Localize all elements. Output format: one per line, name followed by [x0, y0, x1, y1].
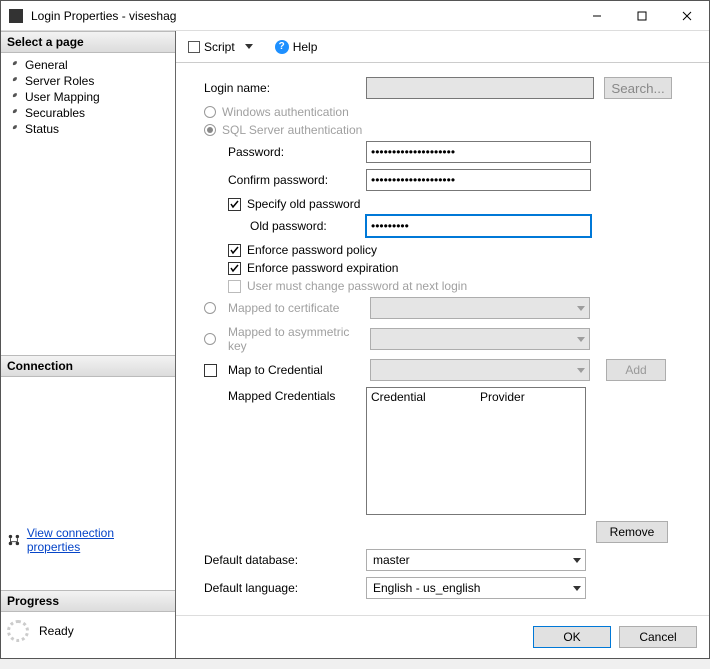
- default-language-select[interactable]: English - us_english: [366, 577, 586, 599]
- old-password-label: Old password:: [204, 219, 362, 233]
- default-language-label: Default language:: [204, 581, 362, 595]
- script-dropdown-caret[interactable]: [245, 44, 253, 49]
- enforce-expiration-checkbox[interactable]: [228, 262, 241, 275]
- credential-column-header: Credential: [367, 388, 476, 406]
- confirm-password-label: Confirm password:: [204, 173, 362, 187]
- dialog-footer: OK Cancel: [176, 615, 709, 658]
- provider-column-header: Provider: [476, 388, 585, 406]
- login-name-label: Login name:: [204, 81, 362, 95]
- sidebar-item-label: User Mapping: [25, 90, 100, 104]
- add-button[interactable]: Add: [606, 359, 666, 381]
- windows-auth-label: Windows authentication: [222, 105, 349, 119]
- confirm-password-input[interactable]: [366, 169, 591, 191]
- sidebar-item-label: General: [25, 58, 68, 72]
- progress-header: Progress: [1, 590, 175, 612]
- sidebar-item-label: Server Roles: [25, 74, 94, 88]
- asym-key-combo: [370, 328, 590, 350]
- mapped-credentials-table[interactable]: Credential Provider: [366, 387, 586, 515]
- wrench-icon: [7, 75, 19, 87]
- specify-old-password-label: Specify old password: [247, 197, 360, 211]
- enforce-policy-label: Enforce password policy: [247, 243, 377, 257]
- login-properties-window: Login Properties - viseshag Select a pag…: [0, 0, 710, 659]
- login-name-input[interactable]: [366, 77, 594, 99]
- old-password-input[interactable]: [366, 215, 591, 237]
- password-input[interactable]: [366, 141, 591, 163]
- sidebar-item-label: Securables: [25, 106, 85, 120]
- remove-button[interactable]: Remove: [596, 521, 668, 543]
- minimize-button[interactable]: [574, 1, 619, 31]
- help-icon: ?: [275, 40, 289, 54]
- sidebar-item-label: Status: [25, 122, 59, 136]
- windows-auth-radio: [204, 106, 216, 118]
- must-change-password-label: User must change password at next login: [247, 279, 467, 293]
- mapped-credentials-label: Mapped Credentials: [204, 387, 362, 403]
- mapped-to-asym-key-radio: [204, 333, 216, 345]
- sidebar-item-general[interactable]: General: [1, 57, 175, 73]
- page-list: General Server Roles User Mapping Secura…: [1, 53, 175, 141]
- app-icon: [9, 9, 23, 23]
- password-label: Password:: [204, 145, 362, 159]
- sql-auth-label: SQL Server authentication: [222, 123, 362, 137]
- map-to-credential-label: Map to Credential: [228, 363, 366, 377]
- sidebar-item-user-mapping[interactable]: User Mapping: [1, 89, 175, 105]
- sidebar-item-securables[interactable]: Securables: [1, 105, 175, 121]
- help-label: Help: [293, 40, 318, 54]
- progress-status: Ready: [39, 624, 74, 638]
- chevron-down-icon: [573, 558, 581, 563]
- select-page-header: Select a page: [1, 31, 175, 53]
- connection-header: Connection: [1, 355, 175, 377]
- must-change-password-checkbox: [228, 280, 241, 293]
- search-button[interactable]: Search...: [604, 77, 672, 99]
- close-button[interactable]: [664, 1, 709, 31]
- progress-spinner-icon: [7, 620, 29, 642]
- window-title: Login Properties - viseshag: [31, 9, 574, 23]
- map-to-credential-checkbox[interactable]: [204, 364, 217, 377]
- ok-button[interactable]: OK: [533, 626, 611, 648]
- cancel-button[interactable]: Cancel: [619, 626, 697, 648]
- specify-old-password-checkbox[interactable]: [228, 198, 241, 211]
- sidebar-item-server-roles[interactable]: Server Roles: [1, 73, 175, 89]
- enforce-expiration-label: Enforce password expiration: [247, 261, 398, 275]
- help-button[interactable]: ? Help: [271, 38, 322, 56]
- script-icon: [188, 41, 200, 53]
- sidebar: Select a page General Server Roles User …: [1, 31, 176, 658]
- script-button[interactable]: Script: [184, 38, 239, 56]
- toolbar: Script ? Help: [176, 31, 709, 63]
- titlebar: Login Properties - viseshag: [1, 1, 709, 31]
- view-connection-row: View connection properties: [1, 520, 175, 560]
- credential-combo: [370, 359, 590, 381]
- maximize-button[interactable]: [619, 1, 664, 31]
- mapped-to-asym-key-label: Mapped to asymmetric key: [228, 325, 366, 353]
- wrench-icon: [7, 91, 19, 103]
- main-panel: Script ? Help Login name: Search... Wind: [176, 31, 709, 658]
- sidebar-item-status[interactable]: Status: [1, 121, 175, 137]
- progress-body: Ready: [1, 612, 175, 658]
- wrench-icon: [7, 59, 19, 71]
- certificate-combo: [370, 297, 590, 319]
- view-connection-properties-link[interactable]: View connection properties: [27, 526, 169, 554]
- wrench-icon: [7, 123, 19, 135]
- default-language-value: English - us_english: [373, 581, 480, 595]
- default-database-select[interactable]: master: [366, 549, 586, 571]
- wrench-icon: [7, 107, 19, 119]
- connection-icon: [7, 533, 21, 547]
- sql-auth-radio: [204, 124, 216, 136]
- general-form: Login name: Search... Windows authentica…: [176, 63, 709, 615]
- chevron-down-icon: [573, 586, 581, 591]
- mapped-to-certificate-radio: [204, 302, 216, 314]
- default-database-value: master: [373, 553, 410, 567]
- default-database-label: Default database:: [204, 553, 362, 567]
- mapped-to-certificate-label: Mapped to certificate: [228, 301, 366, 315]
- script-label: Script: [204, 40, 235, 54]
- enforce-policy-checkbox[interactable]: [228, 244, 241, 257]
